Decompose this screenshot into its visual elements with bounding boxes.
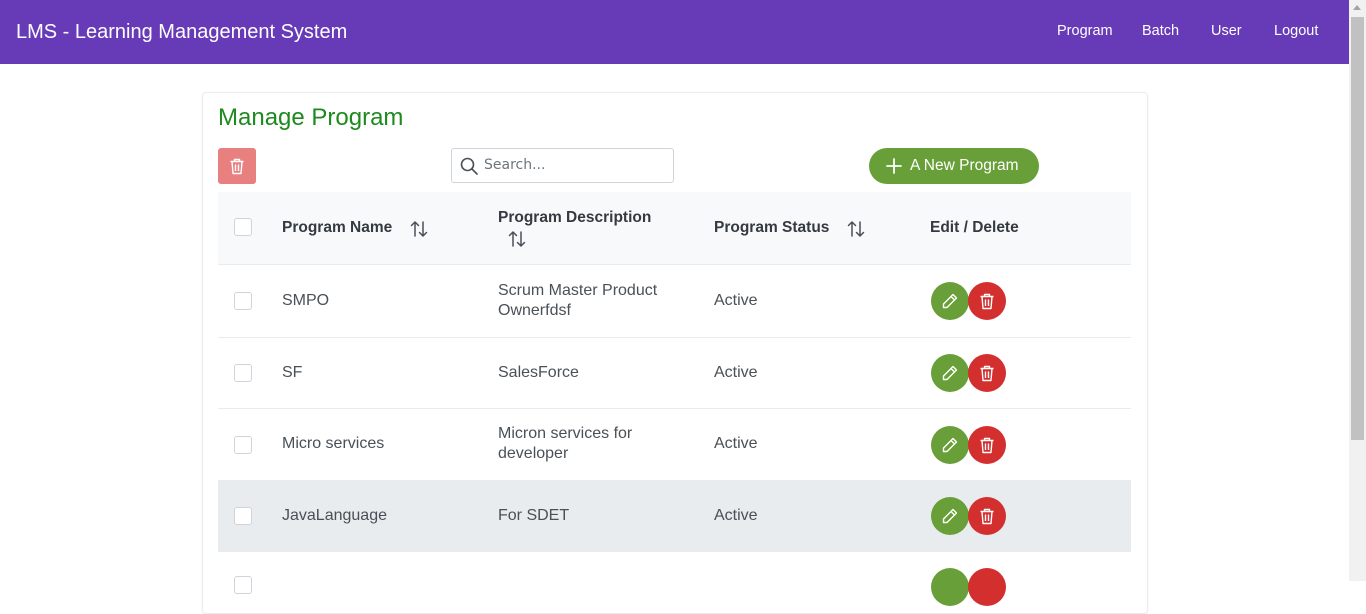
add-new-program-label: A New Program	[910, 157, 1019, 174]
pencil-icon	[942, 437, 958, 453]
row-checkbox[interactable]	[234, 292, 252, 310]
program-status-cell: Active	[714, 507, 758, 524]
plus-icon	[886, 158, 902, 174]
col-program-status[interactable]: Program Status	[714, 219, 829, 237]
page-title: Manage Program	[218, 104, 404, 131]
scroll-thumb[interactable]	[1351, 17, 1364, 440]
program-description-cell: For SDET	[498, 507, 570, 524]
delete-button[interactable]	[968, 426, 1006, 464]
page-scrollbar[interactable]	[1349, 0, 1366, 581]
program-description-cell: Scrum Master Product	[498, 282, 658, 299]
nav-batch[interactable]: Batch	[1142, 23, 1179, 39]
row-checkbox[interactable]	[234, 507, 252, 525]
row-checkbox[interactable]	[234, 364, 252, 382]
search-icon	[460, 157, 478, 175]
program-description-cell: developer	[498, 445, 569, 462]
trash-icon	[980, 437, 994, 453]
top-navbar: LMS - Learning Management System Program…	[0, 0, 1349, 64]
search-field[interactable]	[451, 148, 674, 183]
program-name-cell: SMPO	[282, 292, 330, 309]
pencil-icon	[942, 508, 958, 524]
table-row[interactable]	[218, 552, 1131, 606]
delete-button[interactable]	[968, 568, 1006, 606]
row-checkbox[interactable]	[234, 576, 252, 594]
pencil-icon	[942, 365, 958, 381]
row-checkbox[interactable]	[234, 436, 252, 454]
bulk-delete-button[interactable]	[218, 148, 256, 184]
program-name-cell: Micro services	[282, 435, 385, 452]
col-edit-delete: Edit / Delete	[930, 219, 1019, 236]
edit-button[interactable]	[931, 497, 969, 535]
edit-button[interactable]	[931, 354, 969, 392]
table-header: Program Name Program Description Program…	[218, 192, 1131, 265]
search-input[interactable]	[484, 150, 664, 179]
delete-button[interactable]	[968, 497, 1006, 535]
trash-icon	[980, 293, 994, 309]
table-row[interactable]: SMPO Scrum Master Product Ownerfdsf Acti…	[218, 265, 1131, 338]
select-all-checkbox[interactable]	[234, 218, 252, 236]
program-description-cell: SalesForce	[498, 364, 579, 381]
sort-icon[interactable]	[410, 220, 428, 238]
nav-user[interactable]: User	[1211, 23, 1242, 39]
trash-icon	[230, 158, 244, 174]
app-title: LMS - Learning Management System	[16, 21, 348, 43]
edit-button[interactable]	[931, 426, 969, 464]
col-program-description[interactable]: Program Description	[498, 209, 651, 227]
program-status-cell: Active	[714, 364, 758, 381]
trash-icon	[980, 508, 994, 524]
sort-icon[interactable]	[847, 220, 865, 238]
trash-icon	[980, 365, 994, 381]
pencil-icon	[942, 293, 958, 309]
scroll-up-arrow-icon[interactable]	[1353, 5, 1361, 10]
edit-button[interactable]	[931, 568, 969, 606]
add-new-program-button[interactable]: A New Program	[869, 148, 1039, 184]
program-name-cell: SF	[282, 364, 303, 381]
program-status-cell: Active	[714, 435, 758, 452]
delete-button[interactable]	[968, 282, 1006, 320]
program-description-cell: Micron services for	[498, 425, 633, 442]
program-name-cell: JavaLanguage	[282, 507, 387, 524]
sort-icon[interactable]	[508, 230, 526, 248]
delete-button[interactable]	[968, 354, 1006, 392]
table-row[interactable]: SF SalesForce Active	[218, 338, 1131, 409]
edit-button[interactable]	[931, 282, 969, 320]
table-row[interactable]: Micro services Micron services for devel…	[218, 409, 1131, 481]
nav-program[interactable]: Program	[1057, 23, 1113, 39]
table-row[interactable]: JavaLanguage For SDET Active	[218, 481, 1131, 552]
program-status-cell: Active	[714, 292, 758, 309]
col-program-name[interactable]: Program Name	[282, 219, 392, 237]
nav-logout[interactable]: Logout	[1274, 23, 1318, 39]
program-description-cell: Ownerfdsf	[498, 302, 571, 319]
